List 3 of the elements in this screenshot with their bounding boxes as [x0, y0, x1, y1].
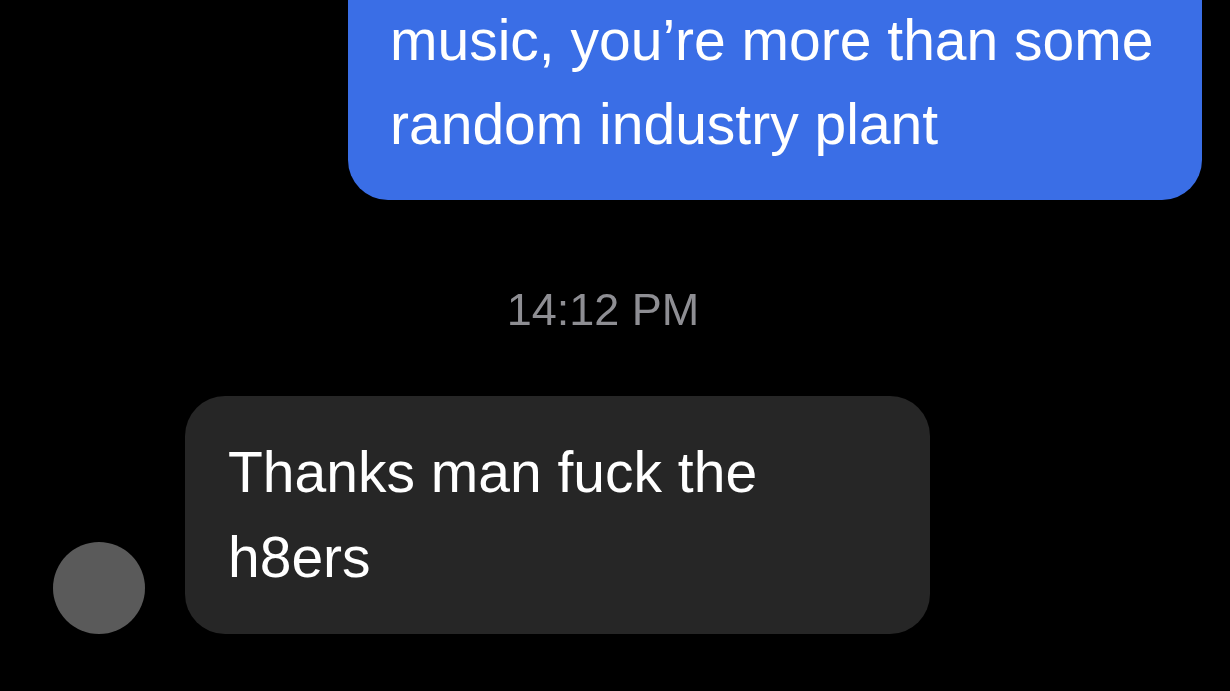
received-message-bubble: Thanks man fuck the h8ers	[185, 396, 930, 634]
sent-message-bubble: music, you’re more than some random industry plant	[348, 0, 1202, 200]
message-timestamp: 14:12 PM	[506, 284, 700, 336]
